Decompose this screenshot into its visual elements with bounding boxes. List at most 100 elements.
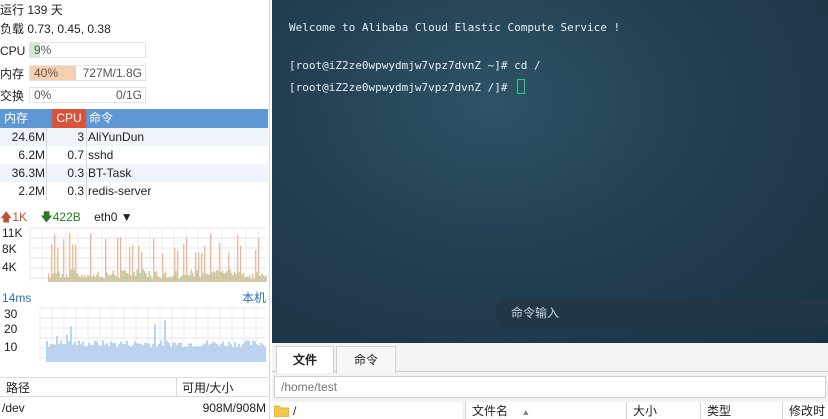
folder-tree-item[interactable]: / [272, 402, 462, 419]
download-bar [172, 275, 174, 282]
latency-bar [128, 345, 130, 362]
latency-bar [102, 340, 104, 362]
upload-bar [66, 274, 68, 282]
terminal-prompt: [root@iZ2ze0wpwydmjw7vpz7dvnZ /]# [289, 81, 515, 94]
latency-bar [240, 346, 242, 362]
disk-path: /dev [2, 401, 25, 415]
download-bar [265, 275, 267, 282]
process-memory: 24.6M [11, 130, 45, 144]
latency-value: 14ms [2, 291, 32, 305]
latency-bar [92, 344, 94, 362]
cpu-value: 9% [34, 43, 52, 57]
download-bar [208, 274, 210, 282]
latency-bar [200, 346, 202, 362]
download-bar [85, 277, 87, 282]
latency-bar [58, 343, 60, 362]
latency-bar [254, 340, 256, 362]
upload-bar [159, 276, 161, 282]
upload-bar [102, 277, 104, 282]
latency-bar [126, 340, 128, 362]
latency-bar [258, 345, 260, 362]
upload-bar [258, 237, 260, 282]
latency-bar [182, 346, 184, 362]
upload-bar [108, 275, 110, 282]
swap-meter: 0% 0/1G [29, 87, 146, 103]
upload-bar [213, 270, 215, 282]
column-filename[interactable]: 文件名 ▲ [466, 402, 626, 419]
download-bar [241, 274, 243, 282]
download-bar [115, 276, 117, 282]
download-bar [127, 273, 129, 282]
upload-bar [51, 244, 53, 282]
upload-arrow-icon: 🡅 [0, 210, 13, 224]
command-header: 命令 [89, 111, 114, 125]
memory-value: 40% [34, 66, 59, 80]
latency-bar [162, 345, 164, 362]
file-panel: 文件 命令 /home/test / 文件名 ▲ 大小 类型 修改时 [272, 343, 828, 419]
column-type[interactable]: 类型 [700, 402, 782, 419]
latency-bar [48, 346, 50, 362]
upload-bar [231, 272, 233, 282]
file-list-header: 文件名 ▲ 大小 类型 修改时 [465, 402, 828, 419]
column-size[interactable]: 大小 [626, 402, 700, 419]
upload-bar [81, 274, 83, 282]
interface-name: eth0 [94, 210, 118, 224]
download-bar [178, 278, 180, 282]
sort-by-cpu-header[interactable]: CPU [52, 109, 86, 128]
tab-files[interactable]: 文件 [276, 346, 334, 373]
process-memory: 2.2M [18, 184, 45, 198]
terminal-window[interactable]: Welcome to Alibaba Cloud Elastic Compute… [272, 0, 828, 343]
upload-bar [219, 243, 221, 282]
sort-by-memory-header[interactable]: 内存 [0, 109, 52, 128]
latency-bar [256, 344, 258, 362]
latency-bar [46, 340, 48, 362]
latency-bar [106, 343, 108, 362]
tab-commands[interactable]: 命令 [336, 346, 396, 373]
latency-bar [122, 343, 124, 362]
swap-detail: 0/1G [115, 88, 142, 102]
download-bar [184, 274, 186, 282]
latency-bar [178, 342, 180, 362]
upload-bar [111, 274, 113, 282]
latency-bar [118, 344, 120, 362]
download-bar [157, 276, 159, 282]
latency-bar [86, 346, 88, 362]
process-cpu: 0.3 [67, 184, 84, 198]
network-traffic-chart: 11K 8K 4K [2, 226, 267, 282]
column-modified[interactable]: 修改时 [782, 402, 828, 419]
latency-bar [140, 343, 142, 362]
latency-bar [90, 345, 92, 362]
upload-bar [261, 273, 263, 282]
upload-bar [93, 274, 95, 282]
folder-icon [274, 405, 289, 417]
latency-bar [112, 343, 114, 362]
upload-bar [147, 276, 149, 282]
latency-bar [116, 346, 118, 362]
download-bar [223, 273, 225, 282]
column-divider [86, 128, 87, 200]
latency-bar [196, 345, 198, 362]
command-input[interactable]: 命令输入 [495, 299, 828, 328]
swap-value: 0% [34, 88, 52, 102]
path-input[interactable]: /home/test [274, 376, 826, 398]
upload-bar [234, 271, 236, 282]
download-bar [163, 273, 165, 282]
folder-tree-label: / [293, 404, 297, 418]
upload-bar [87, 275, 89, 282]
upload-bar [75, 244, 77, 282]
latency-bar [176, 344, 178, 362]
latency-bar [190, 343, 192, 362]
download-bar [181, 274, 183, 282]
latency-bar [158, 343, 160, 362]
latency-bar [146, 342, 148, 362]
upload-bar [180, 277, 182, 282]
upload-bar [162, 253, 164, 282]
process-table-body: 24.6M 3 AliYunDun 6.2M 0.7 sshd 36.3M 0.… [0, 128, 268, 200]
latency-bar [184, 346, 186, 362]
latency-host-link[interactable]: 本机 [242, 289, 266, 307]
download-bar [97, 271, 99, 282]
interface-select[interactable]: eth0 ▼ [94, 210, 133, 224]
download-bar [70, 269, 72, 282]
latency-y-tick: 30 [4, 307, 18, 321]
latency-bar [150, 346, 152, 362]
